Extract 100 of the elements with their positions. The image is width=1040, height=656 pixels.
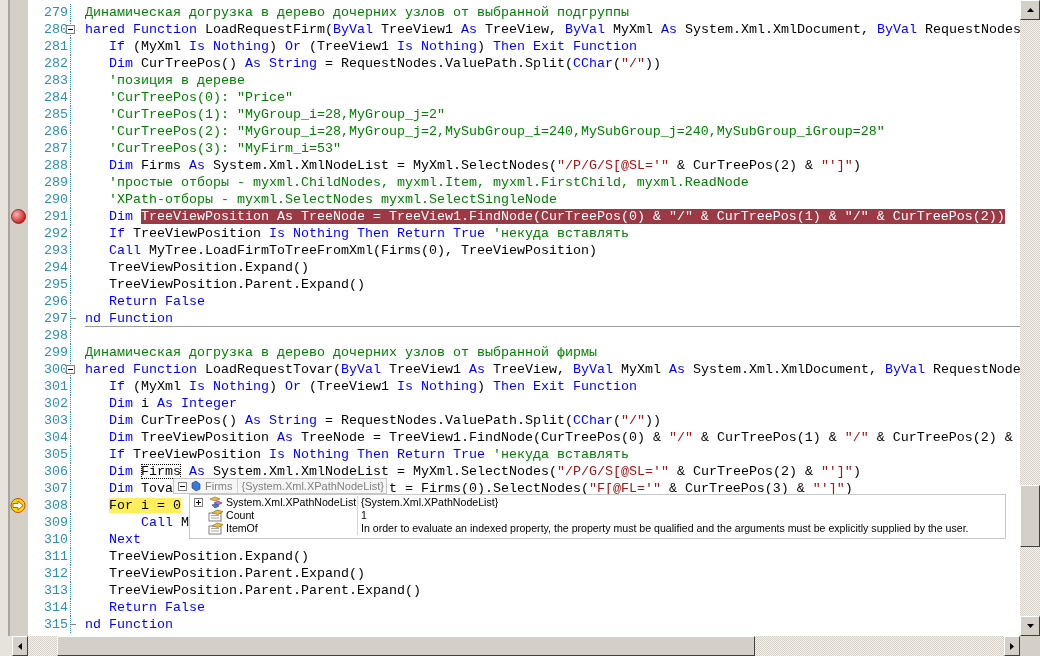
expand-icon[interactable]: [194, 498, 203, 507]
down-arrow-icon: [1026, 624, 1034, 628]
line-number: 312: [43, 565, 68, 582]
code-line: Dim Tova: [108, 480, 173, 497]
code-line: Dim CurTreePos() As String = RequestNodes.ValuePath.Split(CChar("/")): [108, 55, 661, 72]
scrollbar-thumb[interactable]: [1020, 485, 1040, 547]
code-line: nd Function: [85, 310, 173, 327]
code-line: If TreeViewPosition Is Nothing Then Return True 'некуда вставлять: [108, 225, 629, 242]
line-number: 282: [43, 55, 68, 72]
line-number: 296: [43, 293, 68, 310]
scroll-down-button[interactable]: [1020, 616, 1040, 636]
code-line: Return False: [108, 293, 205, 310]
code-line: 'простые отборы - myxml.ChildNodes, myxml.Item, myxml.FirstChild, myxml.ReadNode: [108, 174, 749, 191]
breakpoint-icon[interactable]: [10, 209, 26, 224]
line-number: 309: [43, 514, 68, 531]
member-value: {System.Xml.XPathNodeList}: [360, 496, 500, 509]
code-line: hared Function LoadRequestFirm(ByVal TreeView1 As TreeView, ByVal MyXml As System.Xml.XmlDocument, ByVal RequestNodes: [85, 21, 1020, 38]
code-line: Dim Firms As System.Xml.XmlNodeList = MyXml.SelectNodes("/P/G/S[@SL='" & CurTreePos(2) & "']"): [108, 463, 861, 480]
line-number: 289: [43, 174, 68, 191]
line-number: 281: [43, 38, 68, 55]
line-number: 292: [43, 225, 68, 242]
left-arrow-icon: [18, 642, 22, 650]
line-number: 295: [43, 276, 68, 293]
right-arrow-icon: [1010, 642, 1014, 650]
line-number: 294: [43, 259, 68, 276]
code-line: Dim i As Integer: [108, 395, 237, 412]
code-line: 'позиция в дереве: [108, 72, 245, 89]
line-number: 304: [43, 429, 68, 446]
code-line: 'CurTreePos(2): "MyGroup_i=28,MyGroup_j=2,MySubGroup_i=240,MySubGroup_j=240,MySubGroup_iGroup=28": [108, 123, 885, 140]
code-line: 'CurTreePos(3): "MyFirm_i=53": [108, 140, 341, 157]
block-end-icon: [70, 623, 76, 626]
scrollbar-thumb[interactable]: [57, 636, 755, 656]
line-number: 299: [43, 344, 68, 361]
code-line: Динамическая догрузка в дерево дочерних узлов от выбранной фирмы: [85, 344, 597, 361]
line-number: 284: [43, 89, 68, 106]
line-number: 306: [43, 463, 68, 480]
cube-icon: [191, 480, 201, 492]
code-line: TreeViewPosition.Parent.Expand(): [108, 276, 365, 293]
code-line: Dim Firms As System.Xml.XmlNodeList = MyXml.SelectNodes("/P/G/S[@SL='" & CurTreePos(2) & "']"): [108, 157, 861, 174]
line-number: 310: [43, 531, 68, 548]
code-line: Dim TreeViewPosition As TreeNode = TreeView1.FindNode(CurTreePos(0) & "/" & CurTreePos(1) & "/" & CurTreePos(2) &: [108, 429, 1013, 446]
code-line: Return False: [108, 599, 205, 616]
code-line: Call M: [140, 514, 189, 531]
code-line: If (MyXml Is Nothing) Or (TreeView1 Is Nothing) Then Exit Function: [108, 38, 637, 55]
code-line: 'CurTreePos(1): "MyGroup_i=28,MyGroup_j=2": [108, 106, 445, 123]
code-line: Динамическая догрузка в дерево дочерних узлов от выбранной подгруппы: [85, 4, 629, 21]
line-number: 313: [43, 582, 68, 599]
line-number: 303: [43, 412, 68, 429]
class-icon: [208, 496, 224, 509]
code-line: TreeViewPosition.Parent.Parent.Expand(): [108, 582, 421, 599]
line-number: 286: [43, 123, 68, 140]
line-number: 298: [43, 327, 68, 344]
line-number: 301: [43, 378, 68, 395]
code-line: If TreeViewPosition Is Nothing Then Return True 'некуда вставлять: [108, 446, 629, 463]
code-line: Dim CurTreePos() As String = RequestNodes.ValuePath.Split(CChar("/")): [108, 412, 661, 429]
datatip-value: {System.Xml.XPathNodeList}: [241, 479, 384, 493]
line-number: 290: [43, 191, 68, 208]
code-line: hared Function LoadRequestTovar(ByVal TreeView1 As TreeView, ByVal MyXml As System.Xml.XmlDocument, ByVal RequestNode: [85, 361, 1020, 378]
line-number: 305: [43, 446, 68, 463]
line-number: 283: [43, 72, 68, 89]
code-line: Call MyTree.LoadFirmToTreeFromXml(Firms(0), TreeViewPosition): [108, 242, 597, 259]
member-name: System.Xml.XPathNodeList: [226, 496, 357, 509]
line-number: 308: [43, 497, 68, 514]
line-number: 302: [43, 395, 68, 412]
code-line: 'CurTreePos(0): "Price": [108, 89, 293, 106]
line-number: 293: [43, 242, 68, 259]
line-number: 288: [43, 157, 68, 174]
datatip-expression: Firms: [205, 479, 238, 493]
line-number: 297: [43, 310, 68, 327]
code-line: TreeViewPosition.Expand(): [108, 259, 309, 276]
line-number: 314: [43, 599, 68, 616]
line-number: 285: [43, 106, 68, 123]
code-line: If (MyXml Is Nothing) Or (TreeView1 Is Nothing) Then Exit Function: [108, 378, 637, 395]
line-number: 287: [43, 140, 68, 157]
member-value: 1: [360, 509, 368, 522]
collapse-icon[interactable]: [66, 365, 75, 374]
scroll-left-button[interactable]: [12, 636, 28, 656]
up-arrow-icon: [1026, 8, 1034, 12]
block-end-icon: [70, 317, 76, 320]
current-statement-arrow-icon: [10, 498, 26, 513]
code-line: Dim TreeViewPosition As TreeNode = TreeView1.FindNode(CurTreePos(0) & "/" & CurTreePos(1) & "/" & CurTreePos(2)): [108, 208, 1005, 225]
code-line: 'XPath-отборы - myxml.SelectNodes myxml.SelectSingleNode: [108, 191, 557, 208]
line-number: 291: [43, 208, 68, 225]
member-name: Count: [226, 509, 255, 522]
code-line: Next: [108, 531, 141, 548]
property-icon: [208, 522, 224, 535]
line-number: 279: [43, 4, 68, 21]
line-number: 307: [43, 480, 68, 497]
code-line: TreeViewPosition.Parent.Expand(): [108, 565, 365, 582]
line-number: 315: [43, 616, 68, 633]
scroll-up-button[interactable]: [1020, 0, 1040, 20]
member-value: In order to evaluate an indexed property, the property must be qualified and the arguments must be explicitly supplied by the user.: [360, 522, 970, 535]
property-icon: [208, 509, 224, 522]
code-line: nd Function: [85, 616, 173, 633]
code-line: TreeViewPosition.Expand(): [108, 548, 309, 565]
line-number: 311: [43, 548, 68, 565]
collapse-icon[interactable]: [66, 25, 75, 34]
member-name: ItemOf: [226, 522, 258, 535]
scroll-right-button[interactable]: [1004, 636, 1020, 656]
collapse-icon[interactable]: [178, 481, 187, 491]
